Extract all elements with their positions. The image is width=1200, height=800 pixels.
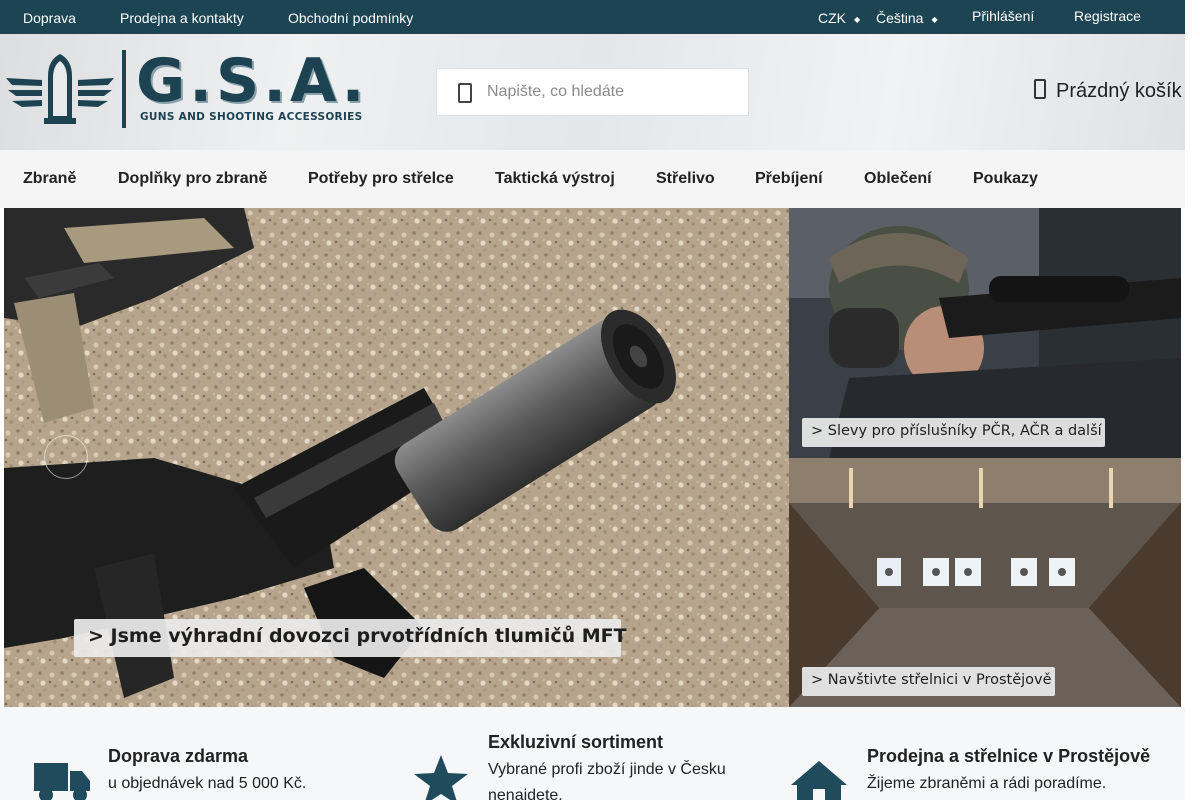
search-icon[interactable] [455,81,475,105]
promo-banner-discounts[interactable]: > Slevy pro příslušníky PČR, AČR a další [789,208,1181,458]
language-value: Čeština [876,10,924,26]
promo-range-caption[interactable]: > Navštivte střelnici v Prostějově [802,667,1055,696]
top-bar: Doprava Prodejna a kontakty Obchodní pod… [0,0,1185,34]
nav-item-tactical-gear[interactable]: Taktická výstroj [495,170,615,188]
language-select[interactable]: Čeština ◆ [876,10,938,26]
nav-item-weapons[interactable]: Zbraně [23,170,76,188]
main-nav: Zbraně Doplňky pro zbraně Potřeby pro st… [0,150,1185,208]
benefit-text: Žijeme zbraněmi a rádi poradíme. [867,775,1107,792]
benefits-strip: Doprava zdarma u objednávek nad 5 000 Kč… [0,707,1185,800]
search-input[interactable] [487,69,742,115]
login-link[interactable]: Přihlášení [972,8,1034,24]
benefit-store-range: Prodejna a střelnice v Prostějově Žijeme… [791,707,1185,800]
top-link-terms[interactable]: Obchodní podmínky [288,10,413,26]
winged-bullet-logo-icon [6,54,114,124]
nav-item-shooter-supplies[interactable]: Potřeby pro střelce [308,170,454,188]
house-icon [791,761,847,800]
cart-label: Prázdný košík [1056,80,1182,102]
promo-banner-range[interactable]: > Navštivte střelnici v Prostějově [789,458,1181,707]
chevron-down-icon: ◆ [854,15,861,24]
benefit-text: u objednávek nad 5 000 Kč. [108,775,307,792]
benefit-title: Doprava zdarma [108,746,249,766]
nav-item-ammunition[interactable]: Střelivo [656,170,715,188]
nav-item-weapon-accessories[interactable]: Doplňky pro zbraně [118,170,267,188]
chevron-down-icon: ◆ [931,15,938,24]
logo-text: G.S.A. [136,46,369,116]
register-link[interactable]: Registrace [1074,8,1141,24]
nav-item-reloading[interactable]: Přebíjení [755,170,823,188]
hero-banner-caption[interactable]: > Jsme výhradní dovozci prvotřídních tlu… [74,619,627,657]
benefit-title: Exkluzivní sortiment [488,732,664,752]
benefit-text: Vybrané profi zboží jinde v Česku nenajd… [488,761,726,800]
cart-button[interactable]: Prázdný košík [1034,78,1182,106]
site-header: G.S.A. GUNS AND SHOOTING ACCESSORIES Prá… [0,34,1185,150]
benefit-free-shipping: Doprava zdarma u objednávek nad 5 000 Kč… [34,707,394,800]
page-scrollbar[interactable] [1185,0,1200,800]
site-logo[interactable]: G.S.A. GUNS AND SHOOTING ACCESSORIES [4,48,384,130]
currency-select[interactable]: CZK ◆ [818,10,860,26]
truck-icon [34,763,90,800]
search-box [436,68,749,116]
slider-prev-button[interactable] [44,435,88,479]
nav-item-vouchers[interactable]: Poukazy [973,170,1038,188]
logo-tagline: GUNS AND SHOOTING ACCESSORIES [140,111,363,123]
currency-value: CZK [818,10,846,26]
cart-icon [1034,79,1046,99]
promo-discounts-caption[interactable]: > Slevy pro příslušníky PČR, AČR a další [802,418,1105,447]
logo-divider [122,50,126,128]
benefit-title: Prodejna a střelnice v Prostějově [867,746,1151,766]
top-link-shipping[interactable]: Doprava [23,10,76,26]
benefit-exclusive-assortment: Exkluzivní sortiment Vybrané profi zboží… [412,707,772,800]
nav-item-clothing[interactable]: Oblečení [864,170,932,188]
star-icon [414,755,468,800]
hero-banner[interactable]: > Jsme výhradní dovozci prvotřídních tlu… [4,208,789,707]
top-link-store-contacts[interactable]: Prodejna a kontakty [120,10,244,26]
